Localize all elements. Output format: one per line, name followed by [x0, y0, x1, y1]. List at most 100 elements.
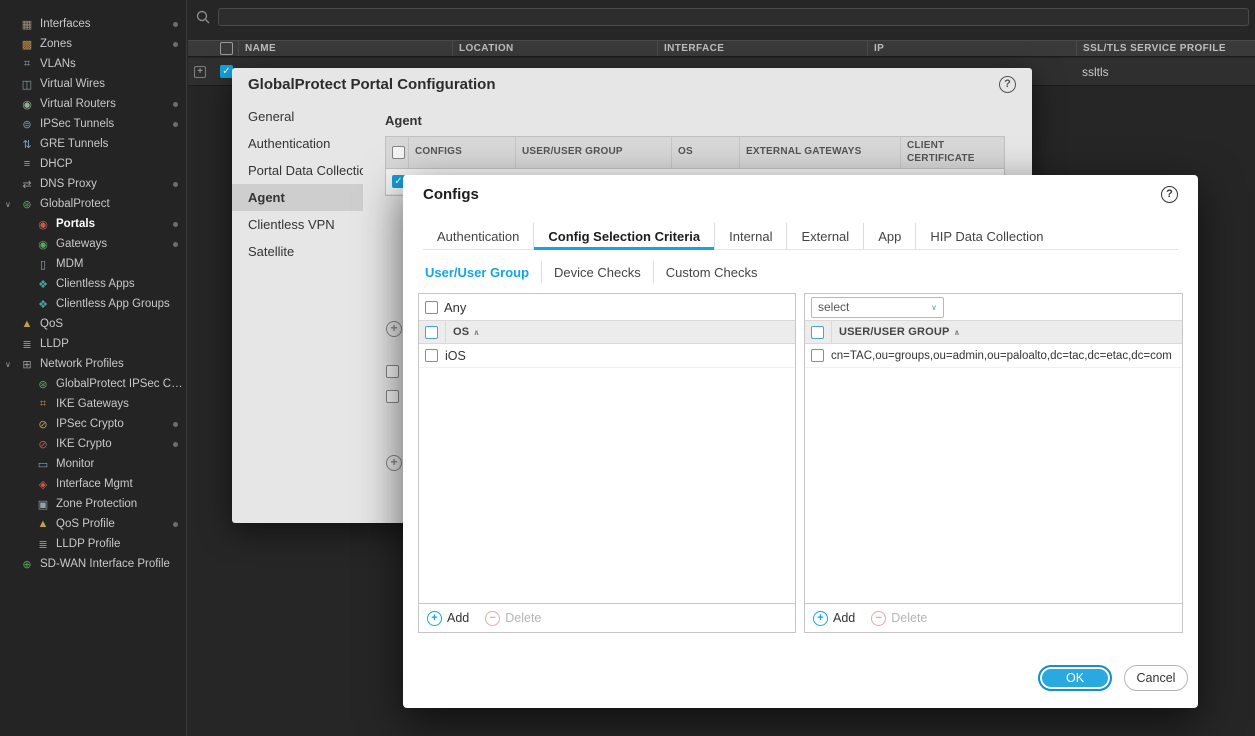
portal-nav-authentication[interactable]: Authentication: [232, 130, 363, 157]
any-label: Any: [444, 300, 466, 315]
sidebar-item-interfaces[interactable]: ▦Interfaces: [0, 14, 186, 34]
tab-internal[interactable]: Internal: [714, 223, 786, 249]
interface-mgmt-icon: ◈: [36, 478, 50, 491]
sidebar-item-ike-gateways[interactable]: ⌗IKE Gateways: [0, 394, 186, 414]
user-group-select[interactable]: select ∨: [811, 297, 944, 318]
dhcp-icon: ≡: [20, 158, 34, 170]
sidebar-item-qos[interactable]: ▲QoS: [0, 314, 186, 334]
delete-button[interactable]: − Delete: [871, 611, 927, 626]
user-select-all-checkbox[interactable]: [811, 326, 824, 339]
clientless-app-groups-icon: ❖: [36, 298, 50, 311]
sidebar-item-ipsec-tunnels[interactable]: ⊜IPSec Tunnels: [0, 114, 186, 134]
sidebar-item-clientless-app-groups[interactable]: ❖Clientless App Groups: [0, 294, 186, 314]
os-rows: iOS: [419, 344, 795, 603]
user-column-header[interactable]: USER/USER GROUP ∧: [832, 326, 960, 338]
sidebar-item-ike-crypto[interactable]: ⊘IKE Crypto: [0, 434, 186, 454]
list-item[interactable]: iOS: [419, 344, 795, 368]
ok-button[interactable]: OK: [1038, 665, 1112, 691]
sidebar-item-monitor[interactable]: ▭Monitor: [0, 454, 186, 474]
sidebar-item-sd-wan-interface-profile[interactable]: ⊕SD-WAN Interface Profile: [0, 554, 186, 574]
search-input[interactable]: [218, 8, 1249, 26]
sidebar-item-virtual-routers[interactable]: ◉Virtual Routers: [0, 94, 186, 114]
sidebar-item-mdm[interactable]: ▯MDM: [0, 254, 186, 274]
portal-nav-portal-data-collectio[interactable]: Portal Data Collectio: [232, 157, 363, 184]
column-header-user-user-group[interactable]: USER/USER GROUP: [515, 137, 671, 168]
tab-authentication[interactable]: Authentication: [423, 223, 533, 249]
sidebar-item-zones[interactable]: ▩Zones: [0, 34, 186, 54]
sidebar-item-zone-protection[interactable]: ▣Zone Protection: [0, 494, 186, 514]
sidebar-item-portals[interactable]: ◉Portals: [0, 214, 186, 234]
tab-app[interactable]: App: [863, 223, 915, 249]
list-item[interactable]: cn=TAC,ou=groups,ou=admin,ou=paloalto,dc…: [805, 344, 1182, 368]
column-header-interface[interactable]: INTERFACE: [657, 41, 867, 56]
any-checkbox[interactable]: [425, 301, 438, 314]
sidebar-item-label: Virtual Routers: [40, 98, 116, 110]
column-header-location[interactable]: LOCATION: [452, 41, 657, 56]
tab-bar: AuthenticationConfig Selection CriteriaI…: [423, 223, 1178, 250]
subtab-custom-checks[interactable]: Custom Checks: [653, 261, 770, 283]
column-header-ip[interactable]: IP: [867, 41, 1076, 56]
expand-row-icon[interactable]: +: [194, 66, 206, 78]
portal-nav-general[interactable]: General: [232, 103, 363, 130]
portal-nav-satellite[interactable]: Satellite: [232, 238, 363, 265]
portal-nav-clientless-vpn[interactable]: Clientless VPN: [232, 211, 363, 238]
tab-external[interactable]: External: [786, 223, 863, 249]
row-label: cn=TAC,ou=groups,ou=admin,ou=paloalto,dc…: [831, 350, 1172, 362]
agent-select-all-checkbox[interactable]: [392, 146, 405, 159]
portal-nav-agent[interactable]: Agent: [232, 184, 363, 211]
sidebar-item-label: Clientless Apps: [56, 278, 135, 290]
sidebar-item-globalprotect-ipsec-crypto[interactable]: ⊛GlobalProtect IPSec Crypto: [0, 374, 186, 394]
sidebar-item-lldp[interactable]: ≣LLDP: [0, 334, 186, 354]
sidebar-item-label: GlobalProtect: [40, 198, 110, 210]
sidebar-item-clientless-apps[interactable]: ❖ Clientless Apps: [0, 274, 186, 294]
column-header-ssl-tls-service-profile[interactable]: SSL/TLS SERVICE PROFILE: [1076, 41, 1255, 56]
add-button[interactable]: +: [386, 455, 402, 471]
sidebar-item-interface-mgmt[interactable]: ◈ Interface Mgmt: [0, 474, 186, 494]
row-checkbox[interactable]: [811, 349, 824, 362]
sidebar-item-lldp-profile[interactable]: ≣LLDP Profile: [0, 534, 186, 554]
sidebar-item-label: Virtual Wires: [40, 78, 105, 90]
sidebar-item-network-profiles[interactable]: ∨⊞Network Profiles: [0, 354, 186, 374]
subtab-device-checks[interactable]: Device Checks: [541, 261, 653, 283]
help-icon[interactable]: ?: [999, 76, 1016, 93]
dialog-title: GlobalProtect Portal Configuration: [248, 76, 496, 93]
add-button[interactable]: +: [386, 321, 402, 337]
sidebar-item-vlans[interactable]: ⌗VLANs: [0, 54, 186, 74]
os-column-header[interactable]: OS ∧: [446, 326, 480, 338]
select-all-checkbox[interactable]: [220, 42, 233, 55]
add-button[interactable]: + Add: [427, 611, 469, 626]
clientless-apps-icon: ❖: [36, 278, 50, 291]
row-checkbox[interactable]: [386, 365, 399, 378]
sidebar-item-dhcp[interactable]: ≡DHCP: [0, 154, 186, 174]
add-button[interactable]: + Add: [813, 611, 855, 626]
plus-circle-icon: +: [427, 611, 442, 626]
qos-profile-icon: ▲: [36, 518, 50, 530]
any-row: Any: [419, 294, 795, 320]
column-header-client-certificate[interactable]: CLIENT CERTIFICATE: [900, 137, 1004, 168]
cancel-button[interactable]: Cancel: [1124, 665, 1188, 691]
sidebar-item-label: Interface Mgmt: [56, 478, 133, 490]
sidebar-item-label: Interfaces: [40, 18, 91, 30]
column-header-name[interactable]: NAME: [238, 41, 452, 56]
tab-hip-data-collection[interactable]: HIP Data Collection: [915, 223, 1057, 249]
sidebar-item-label: IPSec Crypto: [56, 418, 124, 430]
sidebar-item-gre-tunnels[interactable]: ⇅GRE Tunnels: [0, 134, 186, 154]
sidebar-item-ipsec-crypto[interactable]: ⊘IPSec Crypto: [0, 414, 186, 434]
os-select-all-checkbox[interactable]: [425, 326, 438, 339]
subtab-user-user-group[interactable]: User/User Group: [423, 261, 541, 283]
column-header-os[interactable]: OS: [671, 137, 739, 168]
sidebar-item-globalprotect[interactable]: ∨⊛GlobalProtect: [0, 194, 186, 214]
column-header-configs[interactable]: CONFIGS: [408, 137, 515, 168]
row-checkbox[interactable]: [386, 390, 399, 403]
sidebar-item-label: Gateways: [56, 238, 107, 250]
portal-nav: GeneralAuthenticationPortal Data Collect…: [232, 103, 363, 265]
delete-button[interactable]: − Delete: [485, 611, 541, 626]
column-header-external-gateways[interactable]: EXTERNAL GATEWAYS: [739, 137, 900, 168]
tab-config-selection-criteria[interactable]: Config Selection Criteria: [533, 223, 714, 249]
sidebar-item-gateways[interactable]: ◉Gateways: [0, 234, 186, 254]
sidebar-item-qos-profile[interactable]: ▲QoS Profile: [0, 514, 186, 534]
sidebar-item-virtual-wires[interactable]: ◫Virtual Wires: [0, 74, 186, 94]
row-checkbox[interactable]: [425, 349, 438, 362]
sidebar-item-dns-proxy[interactable]: ⇄DNS Proxy: [0, 174, 186, 194]
help-icon[interactable]: ?: [1161, 186, 1178, 203]
